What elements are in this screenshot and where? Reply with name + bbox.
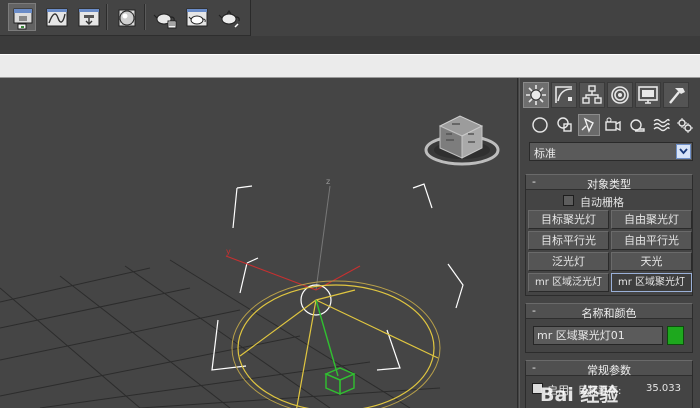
helpers-category[interactable] [626, 114, 648, 136]
z-axis-label: z [326, 177, 330, 186]
curve-editor-icon [46, 8, 68, 27]
lights-category[interactable] [578, 114, 600, 136]
toolbar-separator [106, 4, 108, 30]
home-grid [0, 259, 441, 408]
create-tab[interactable] [523, 82, 549, 108]
mr-area-spot-button[interactable]: mr 区域聚光灯 [611, 273, 692, 292]
target-direct-button[interactable]: 目标平行光 [528, 231, 609, 250]
utilities-tab[interactable] [663, 82, 689, 108]
autogrid-label: 自动栅格 [580, 196, 624, 209]
hierarchy-tab[interactable] [579, 82, 605, 108]
autogrid-row: 自动栅格 [526, 194, 692, 209]
command-panel: 标准 - 对象类型 自动栅格 目标聚光灯 自由聚光灯 目标平行光 自由平行光 泛… [519, 78, 700, 408]
toolbar-separator [144, 4, 146, 30]
cameras-category[interactable] [602, 114, 624, 136]
toolbar-gap [0, 36, 700, 54]
object-color-swatch[interactable] [667, 326, 684, 345]
watermark-text: Bai 经验 [540, 384, 619, 406]
utilities-hammer-icon [669, 88, 685, 104]
transform-axes: z y [225, 177, 361, 291]
render-production-button[interactable] [214, 3, 242, 31]
render-teapot-icon [218, 9, 240, 28]
layer-explorer-button[interactable] [8, 3, 36, 31]
dropdown-value: 标准 [534, 147, 556, 160]
name-color-rollout: - 名称和颜色 mr 区域聚光灯01 [525, 303, 693, 353]
y-axis-label: y [226, 247, 231, 256]
space-warps-category[interactable] [650, 114, 672, 136]
rendered-frame-window-button[interactable] [182, 3, 210, 31]
schematic-view-button[interactable] [74, 3, 102, 31]
camera-icon [605, 117, 621, 132]
light-type-dropdown[interactable]: 标准 [529, 142, 693, 161]
free-spot-button[interactable]: 自由聚光灯 [611, 210, 692, 229]
systems-gears-icon [677, 118, 693, 133]
modify-curve-icon [555, 86, 573, 103]
render-setup-button[interactable] [150, 3, 178, 31]
motion-icon [611, 86, 629, 104]
render-setup-teapot-icon [153, 13, 177, 29]
lights-spotlight-icon [581, 117, 594, 133]
helpers-tape-icon [630, 119, 645, 132]
material-editor-icon [118, 9, 136, 27]
viewport-scene: z y [0, 115, 500, 408]
display-monitor-icon [638, 86, 658, 104]
systems-category[interactable] [674, 114, 696, 136]
skylight-button[interactable]: 天光 [611, 252, 692, 271]
object-type-title: 对象类型 [587, 178, 631, 191]
general-header[interactable]: - 常规参数 [526, 361, 692, 377]
dropdown-arrow[interactable] [676, 144, 691, 159]
hierarchy-icon [582, 85, 602, 104]
perspective-viewport[interactable]: z y [0, 78, 518, 408]
name-color-header[interactable]: - 名称和颜色 [526, 304, 692, 320]
object-type-rollout: - 对象类型 自动栅格 目标聚光灯 自由聚光灯 目标平行光 自由平行光 泛光灯 … [525, 174, 693, 296]
geometry-sphere-icon [532, 117, 548, 133]
chevron-down-icon [679, 148, 688, 155]
schematic-view-icon [78, 8, 100, 27]
geometry-category[interactable] [529, 114, 551, 136]
name-color-title: 名称和颜色 [581, 307, 637, 320]
object-type-header[interactable]: - 对象类型 [526, 175, 692, 191]
material-editor-button[interactable] [112, 3, 140, 31]
toolbar-empty-area [250, 0, 700, 36]
display-tab[interactable] [635, 82, 661, 108]
spotlight-cone [231, 280, 441, 408]
watermark: Bai 经验 [540, 378, 700, 408]
free-direct-button[interactable]: 自由平行光 [611, 231, 692, 250]
space-warps-icon [653, 118, 670, 132]
main-toolbar [0, 0, 700, 36]
autogrid-checkbox[interactable] [563, 195, 574, 206]
light-selection-brackets [211, 183, 464, 371]
curve-editor-button[interactable] [42, 3, 70, 31]
shapes-category[interactable] [554, 114, 576, 136]
ribbon-bar [0, 54, 700, 78]
spotlight-target[interactable] [324, 367, 356, 396]
motion-tab[interactable] [607, 82, 633, 108]
layer-explorer-icon [13, 8, 33, 30]
omni-button[interactable]: 泛光灯 [528, 252, 609, 271]
viewcube[interactable] [424, 115, 500, 166]
mr-area-omni-button[interactable]: mr 区域泛光灯 [528, 273, 609, 292]
target-spot-button[interactable]: 目标聚光灯 [528, 210, 609, 229]
modify-tab[interactable] [551, 82, 577, 108]
shapes-icon [557, 117, 572, 132]
rendered-frame-window-icon [186, 8, 208, 27]
general-title: 常规参数 [587, 364, 631, 377]
object-name-field[interactable]: mr 区域聚光灯01 [533, 326, 663, 345]
create-sun-icon [526, 85, 546, 105]
